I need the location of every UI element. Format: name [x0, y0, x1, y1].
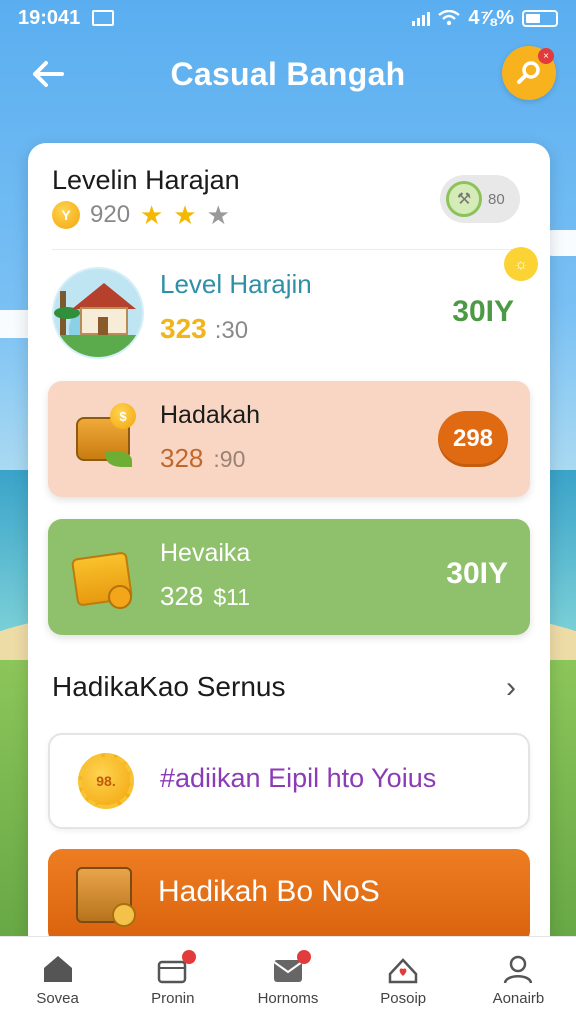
list-item-score: 328 $11 [160, 581, 250, 612]
battery-icon [522, 9, 558, 27]
heart-icon [386, 954, 420, 984]
home-icon [43, 956, 72, 982]
back-button[interactable] [26, 54, 70, 94]
crate-icon [76, 867, 136, 927]
tools-icon: ⚒ [446, 181, 482, 217]
mode-toggle[interactable]: ⚒ 80 [440, 175, 520, 223]
nav-item-aonairb[interactable]: Aonairb [461, 937, 576, 1024]
divider [52, 249, 530, 250]
treasure-bag-icon: $ [70, 403, 140, 473]
main-card: Levelin Harajan Y 920 ★ ★ ★ ⚒ 80 Level H… [28, 143, 550, 973]
star-empty-icon: ★ [206, 200, 230, 230]
list-item-score-main: 328 [160, 581, 204, 611]
profile-name: Levelin Harajan [52, 165, 240, 195]
battery-percent: 4⅞% [468, 6, 514, 29]
sun-coin-icon: 98. [78, 753, 134, 809]
search-icon [517, 61, 540, 84]
list-item-score-sub: :90 [213, 446, 246, 472]
bonus-icon[interactable]: ☼ [504, 247, 538, 281]
list-item-hevaika[interactable]: Hevaika 328 $11 30IY [48, 519, 530, 635]
nav-item-pronin[interactable]: Pronin [115, 937, 230, 1024]
star-icon: ★ [173, 200, 197, 230]
level-score-main: 323 [160, 313, 207, 344]
list-item-score-sub: $11 [213, 584, 251, 610]
coin-count: 920 [90, 201, 131, 228]
level-row[interactable]: Level Harajin 323 :30 30IY ☼ [52, 247, 538, 361]
star-icon: ★ [140, 200, 164, 230]
nav-item-home[interactable]: Sovea [0, 937, 115, 1024]
level-score-sub: :30 [214, 317, 249, 344]
inbox-icon [271, 950, 311, 984]
nav-item-hornoms[interactable]: Hornoms [230, 937, 345, 1024]
house-image [52, 267, 144, 359]
list-item-score: 328 :90 [160, 443, 245, 474]
bottom-nav: Sovea Pronin Hornoms Posoip Aonairb [0, 936, 576, 1024]
profile-stats: Y 920 ★ ★ ★ [52, 201, 230, 229]
list-item-title: Hevaika [160, 539, 251, 567]
list-item-value: 30IY [446, 557, 508, 590]
coin-icon: Y [52, 201, 80, 229]
signal-icon [412, 10, 431, 26]
app-header: Casual Bangah × [0, 44, 576, 104]
gift-box-icon [70, 541, 140, 611]
list-item-title: Hadakah [160, 401, 261, 429]
nav-label: Posoip [380, 990, 427, 1007]
calendar-icon [156, 950, 196, 984]
list-item-badge[interactable]: 298 [438, 411, 508, 467]
nav-label: Sovea [36, 990, 79, 1007]
search-button[interactable]: × [502, 46, 556, 100]
nav-label: Pronin [151, 990, 195, 1007]
page-title: Casual Bangah [170, 55, 406, 92]
promo-bonus-text: Hadikah Bo NoS [158, 875, 380, 908]
list-item-score-main: 328 [160, 443, 204, 473]
level-title: Level Harajin [160, 269, 312, 299]
image-notification-icon [92, 10, 115, 26]
status-bar: 19:041 4⅞% [0, 0, 576, 36]
promo-text: #adiikan Eipil hto Yoius [160, 763, 437, 793]
wifi-icon [438, 10, 461, 26]
profile-icon [504, 955, 533, 984]
back-arrow-icon [33, 61, 64, 87]
level-value: 30IY [452, 295, 514, 328]
notification-badge: × [538, 48, 554, 64]
promo-item-outline[interactable]: 98. #adiikan Eipil hto Yoius [48, 733, 530, 829]
nav-item-posoip[interactable]: Posoip [346, 937, 461, 1024]
nav-label: Aonairb [492, 990, 545, 1007]
promo-item-bonus[interactable]: Hadikah Bo NoS [48, 849, 530, 945]
chevron-right-icon[interactable]: › [506, 671, 516, 705]
level-score: 323 :30 [160, 313, 248, 345]
toggle-value: 80 [488, 190, 505, 208]
nav-label: Hornoms [257, 990, 319, 1007]
section-title: HadikaKao Sernus [52, 671, 286, 702]
status-time: 19:041 [18, 6, 81, 29]
list-item-hadakah[interactable]: $ Hadakah 328 :90 298 [48, 381, 530, 497]
